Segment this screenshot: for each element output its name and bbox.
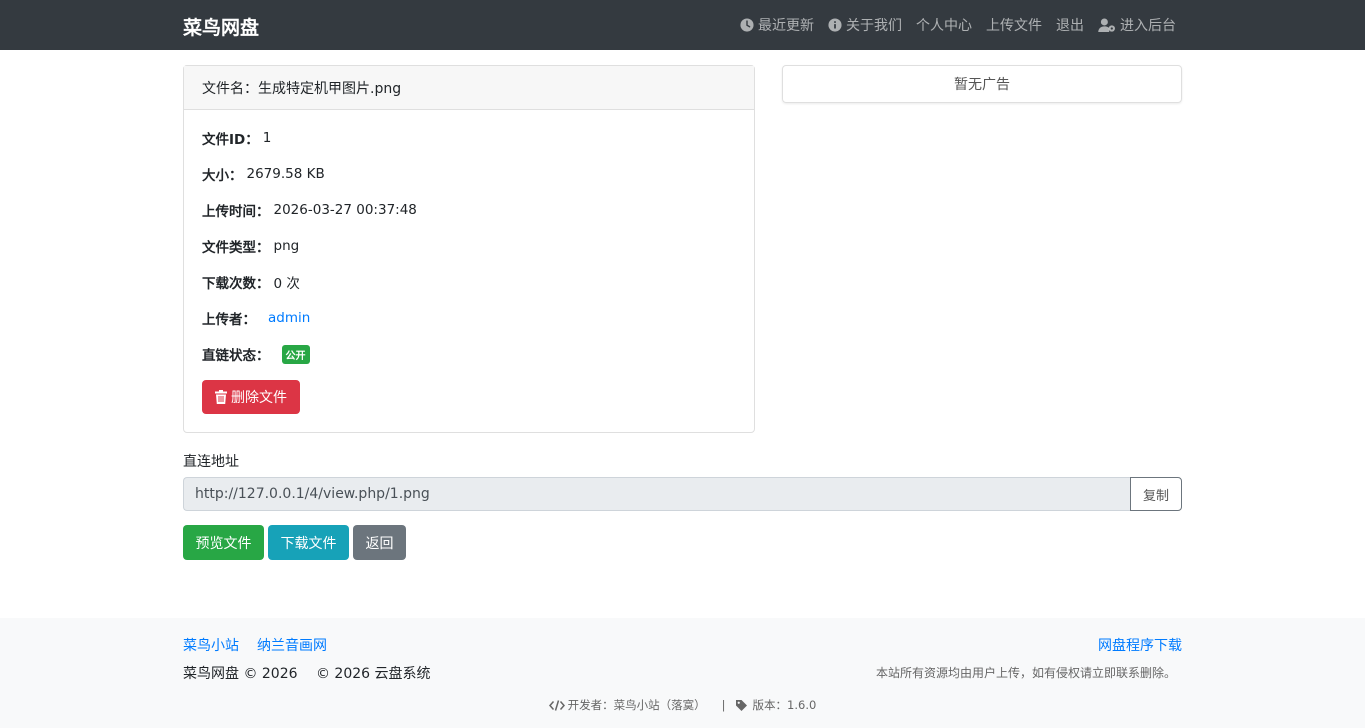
- copy-button[interactable]: 复制: [1130, 477, 1182, 511]
- uploader-link[interactable]: admin: [268, 310, 310, 326]
- file-id-label: 文件ID：: [202, 132, 259, 148]
- nav-item-label: 个人中心: [916, 18, 972, 34]
- upload-time-row: 上传时间： 2026-03-27 00:37:48: [202, 192, 736, 228]
- nav-item-label: 关于我们: [846, 18, 902, 34]
- nav-menu: 最近更新 关于我们 个人中心 上传文件 退出 进入后台: [726, 0, 1176, 50]
- file-size-label: 大小：: [202, 168, 243, 184]
- info-icon: [828, 18, 842, 32]
- nav-item-profile[interactable]: 个人中心: [916, 15, 972, 35]
- footer: 菜鸟小站 纳兰音画网 网盘程序下载 菜鸟网盘 © 2026 © 2026 云盘系…: [0, 618, 1365, 728]
- file-info-card: 文件名： 生成特定机甲图片.png 文件ID： 1 大小： 2679.58 KB…: [183, 65, 755, 433]
- developer-text: 开发者：菜鸟小站（落寞）: [567, 698, 706, 712]
- nav-item-logout[interactable]: 退出: [1056, 15, 1084, 35]
- uploader-row: 上传者： admin: [202, 300, 736, 336]
- file-type-label: 文件类型：: [202, 240, 270, 256]
- direct-link-input[interactable]: http://127.0.0.1/4/view.php/1.png: [183, 477, 1130, 511]
- file-size-row: 大小： 2679.58 KB: [202, 156, 736, 192]
- downloads-value: 0 次: [273, 276, 300, 292]
- action-buttons: 预览文件 下载文件 返回: [183, 525, 410, 560]
- link-status-row: 直链状态： 公开: [202, 336, 736, 372]
- direct-link-group: http://127.0.0.1/4/view.php/1.png 复制: [183, 477, 1182, 511]
- upload-time-value: 2026-03-27 00:37:48: [273, 202, 417, 218]
- upload-time-label: 上传时间：: [202, 204, 270, 220]
- nav-item-label: 最近更新: [758, 18, 814, 34]
- ad-card: 暂无广告: [782, 65, 1182, 103]
- preview-file-button[interactable]: 预览文件: [183, 525, 264, 560]
- file-id-value: 1: [262, 130, 272, 146]
- footer-link-nalan[interactable]: 纳兰音画网: [257, 635, 327, 655]
- link-status-label: 直链状态：: [202, 348, 270, 364]
- download-file-button[interactable]: 下载文件: [268, 525, 349, 560]
- top-navbar: 菜鸟网盘 最近更新 关于我们 个人中心 上传文件 退出 进入后台: [0, 0, 1365, 50]
- file-type-value: png: [273, 238, 300, 254]
- nav-item-label: 退出: [1056, 18, 1084, 34]
- nav-item-recent[interactable]: 最近更新: [740, 15, 814, 35]
- delete-button-label: 删除文件: [231, 390, 287, 406]
- tag-icon: [735, 699, 747, 711]
- status-badge: 公开: [281, 344, 310, 364]
- file-details: 文件ID： 1 大小： 2679.58 KB 上传时间： 2026-03-27 …: [184, 110, 754, 424]
- version-text: 版本：1.6.0: [752, 698, 817, 712]
- downloads-label: 下载次数：: [202, 276, 270, 292]
- file-size-value: 2679.58 KB: [246, 166, 325, 182]
- nav-item-label: 进入后台: [1120, 18, 1176, 34]
- copyright-2: © 2026 云盘系统: [315, 666, 431, 682]
- file-name-header: 文件名： 生成特定机甲图片.png: [184, 66, 754, 110]
- footer-separator: |: [721, 698, 726, 712]
- uploader-label: 上传者：: [202, 312, 256, 328]
- file-name-label: 文件名：: [202, 80, 258, 97]
- footer-links: 菜鸟小站 纳兰音画网: [183, 635, 345, 655]
- user-cog-icon: [1098, 18, 1115, 32]
- footer-notice: 本站所有资源均由用户上传，如有侵权请立即联系删除。: [875, 666, 1176, 680]
- nav-item-label: 上传文件: [986, 18, 1042, 34]
- nav-item-upload[interactable]: 上传文件: [986, 15, 1042, 35]
- clock-icon: [740, 18, 754, 32]
- copyright-1: 菜鸟网盘 © 2026: [183, 666, 298, 682]
- code-icon: [548, 699, 565, 711]
- brand-logo[interactable]: 菜鸟网盘: [183, 13, 259, 40]
- downloads-row: 下载次数： 0 次: [202, 264, 736, 300]
- footer-copyright: 菜鸟网盘 © 2026 © 2026 云盘系统: [183, 663, 445, 683]
- back-button[interactable]: 返回: [353, 525, 406, 560]
- footer-download-link[interactable]: 网盘程序下载: [1098, 635, 1182, 655]
- nav-item-about[interactable]: 关于我们: [828, 15, 902, 35]
- file-name-value: 生成特定机甲图片.png: [258, 80, 402, 97]
- footer-developer-line: 开发者：菜鸟小站（落寞） | 版本：1.6.0: [0, 697, 1365, 713]
- file-type-row: 文件类型： png: [202, 228, 736, 264]
- ad-text: 暂无广告: [954, 77, 1010, 93]
- footer-link-cainiao[interactable]: 菜鸟小站: [183, 635, 239, 655]
- nav-item-admin[interactable]: 进入后台: [1098, 15, 1176, 35]
- delete-file-button[interactable]: 删除文件: [202, 380, 300, 414]
- trash-icon: [215, 390, 227, 404]
- direct-link-label: 直连地址: [183, 454, 239, 470]
- file-id-row: 文件ID： 1: [202, 120, 736, 156]
